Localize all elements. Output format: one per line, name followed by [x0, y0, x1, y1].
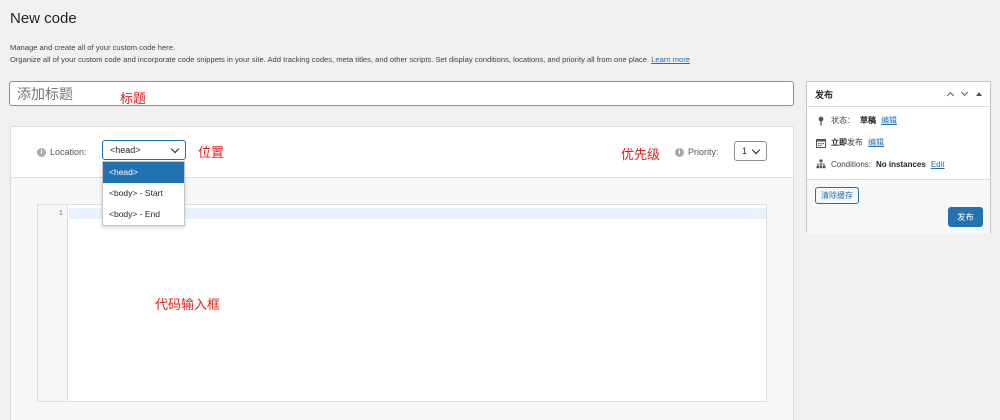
description-line-2-text: Organize all of your custom code and inc…	[10, 55, 650, 64]
chevron-up-icon[interactable]	[946, 91, 955, 100]
annotation-priority: 优先级	[621, 148, 661, 163]
dropdown-option-body-end[interactable]: <body> - End	[103, 204, 184, 225]
status-row: 状态： 草稿 编辑	[816, 115, 897, 126]
schedule-row: 立即发布 编辑	[816, 137, 884, 148]
dropdown-option-head[interactable]: <head>	[103, 162, 184, 183]
priority-label-text: Priority:	[688, 147, 719, 157]
conditions-row: Conditions: No instances Edit	[816, 159, 945, 169]
chevron-down-icon[interactable]	[960, 88, 969, 97]
code-input[interactable]: 1	[37, 204, 767, 402]
location-label: i Location:	[37, 147, 87, 157]
learn-more-link[interactable]: Learn more	[651, 55, 690, 64]
priority-select-value: 1	[742, 146, 748, 156]
schedule-label: 立即发布	[831, 137, 863, 148]
annotation-location: 位置	[198, 146, 225, 161]
calendar-icon	[816, 138, 826, 148]
chevron-down-icon	[170, 144, 180, 153]
line-number-gutter: 1	[38, 205, 68, 401]
publish-box-controls	[946, 88, 982, 100]
schedule-edit-link[interactable]: 编辑	[868, 137, 884, 148]
location-select-value: <head>	[110, 145, 141, 155]
publish-button[interactable]: 发布	[947, 207, 983, 227]
conditions-label: Conditions:	[831, 159, 872, 169]
annotation-code-input: 代码输入框	[155, 298, 221, 313]
status-edit-link[interactable]: 编辑	[881, 115, 897, 126]
info-icon: i	[675, 147, 684, 157]
info-icon: i	[37, 147, 46, 157]
description-line-2: Organize all of your custom code and inc…	[10, 54, 790, 66]
conditions-value: No instances	[876, 159, 926, 169]
priority-select[interactable]: 1	[734, 141, 767, 161]
publish-box-footer: 清除缓存 发布	[807, 179, 990, 234]
annotation-title: 标题	[120, 92, 147, 107]
publish-box: 发布 状态： 草稿 编辑 立即发布 编辑 Conditions: No inst…	[806, 81, 991, 234]
location-dropdown: <head> <body> - Start <body> - End	[102, 161, 185, 226]
location-select[interactable]: <head>	[102, 140, 186, 160]
dropdown-option-body-start[interactable]: <body> - Start	[103, 183, 184, 204]
status-label: 状态：	[831, 116, 855, 125]
schedule-label-text: 发布	[847, 138, 863, 147]
publish-box-header: 发布	[807, 82, 990, 107]
page-description: Manage and create all of your custom cod…	[10, 42, 790, 66]
conditions-edit-link[interactable]: Edit	[931, 160, 945, 169]
chevron-down-icon	[751, 145, 761, 154]
description-line-1: Manage and create all of your custom cod…	[10, 43, 176, 52]
toggle-panel-icon[interactable]	[976, 92, 982, 96]
publish-box-title: 发布	[815, 89, 834, 100]
priority-label: i Priority:	[675, 147, 719, 157]
location-label-text: Location:	[50, 147, 87, 157]
sitemap-icon	[816, 159, 826, 169]
line-number: 1	[58, 209, 63, 217]
page-title: New code	[10, 10, 77, 27]
status-value: 草稿	[860, 116, 876, 125]
schedule-label-bold: 立即	[831, 138, 847, 147]
pin-icon	[818, 116, 824, 125]
clear-cache-button[interactable]: 清除缓存	[815, 187, 859, 204]
